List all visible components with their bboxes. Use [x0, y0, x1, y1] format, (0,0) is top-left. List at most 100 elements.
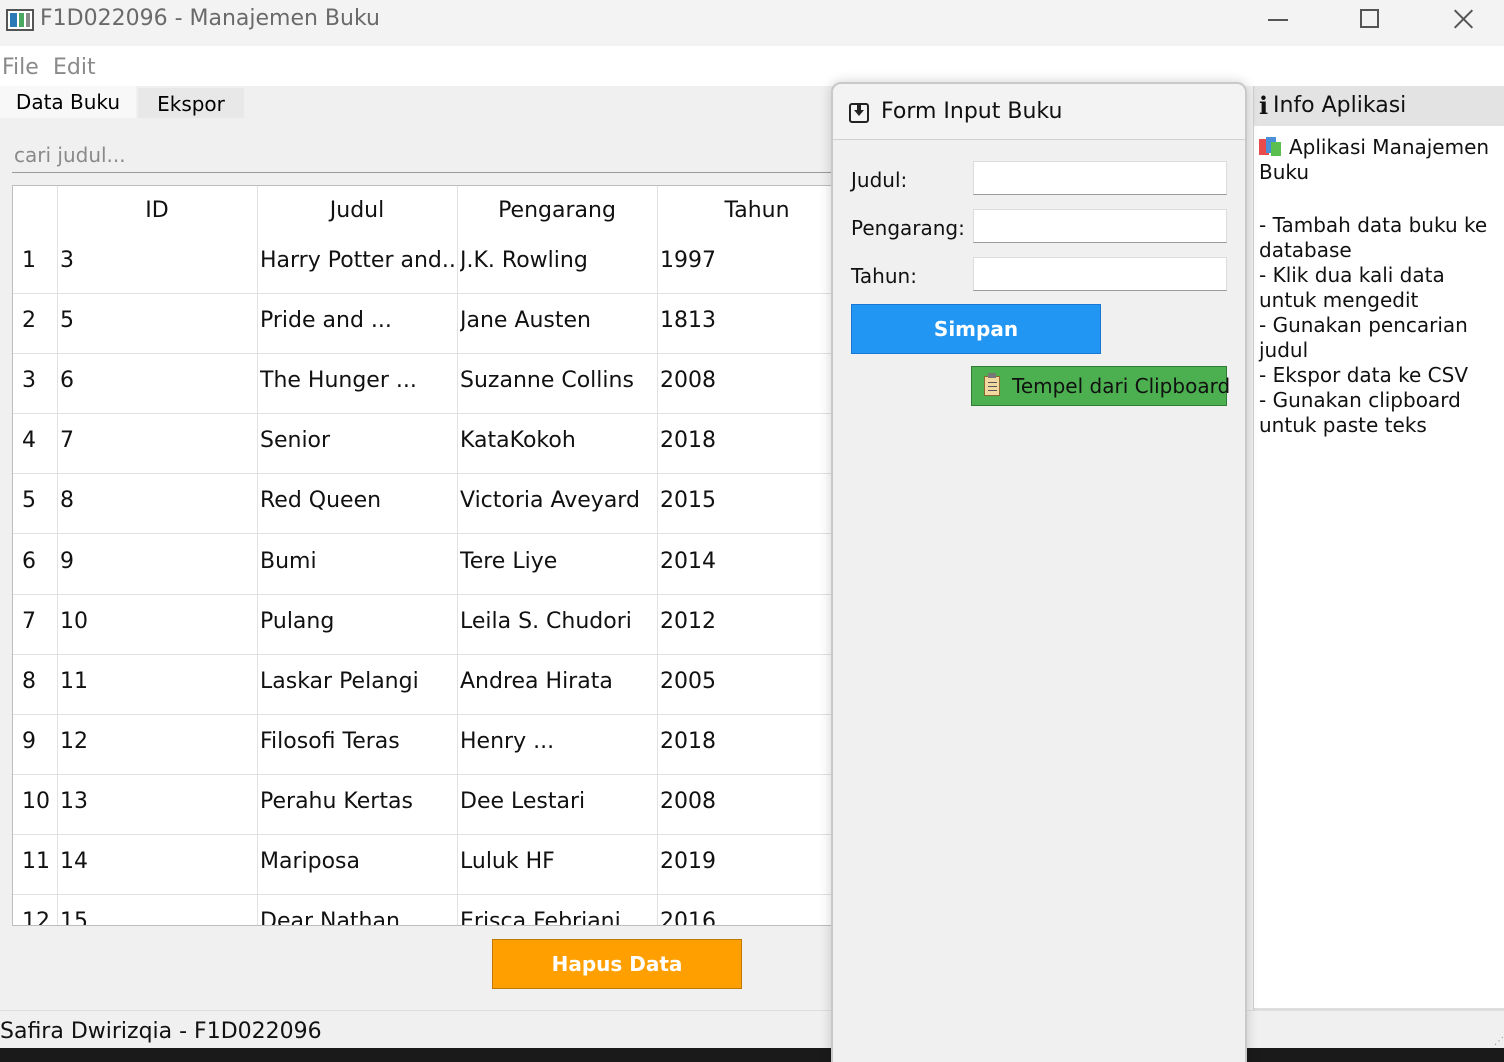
cell-pengarang[interactable]: Erisca Febriani [460, 909, 656, 925]
cell-judul[interactable]: Harry Potter and... [260, 248, 456, 273]
header-judul[interactable]: Judul [257, 198, 457, 223]
cell-id[interactable]: 5 [60, 308, 250, 333]
table-row[interactable]: 7 10 Pulang Leila S. Chudori 2012 [13, 595, 831, 655]
cell-tahun[interactable]: 2019 [660, 849, 830, 874]
resize-grip-icon[interactable]: ⋰ [1494, 1036, 1504, 1047]
row-number: 1 [22, 248, 36, 273]
cell-id[interactable]: 11 [60, 669, 250, 694]
cell-id[interactable]: 13 [60, 789, 250, 814]
cell-tahun[interactable]: 2014 [660, 549, 830, 574]
table-row[interactable]: 11 14 Mariposa Luluk HF 2019 [13, 835, 831, 895]
cell-id[interactable]: 7 [60, 428, 250, 453]
maximize-icon [1360, 9, 1379, 28]
minimize-button[interactable] [1234, 0, 1322, 40]
search-input[interactable] [12, 138, 832, 173]
info-panel-title: Info Aplikasi [1273, 93, 1407, 118]
cell-pengarang[interactable]: Jane Austen [460, 308, 656, 333]
row-number: 6 [22, 549, 36, 574]
table-row[interactable]: 2 5 Pride and ... Jane Austen 1813 [13, 294, 831, 354]
table-row[interactable]: 3 6 The Hunger ... Suzanne Collins 2008 [13, 354, 831, 414]
title-bar: F1D022096 - Manajemen Buku [0, 0, 1504, 46]
tahun-field[interactable] [973, 257, 1227, 291]
cell-pengarang[interactable]: Leila S. Chudori [460, 609, 656, 634]
cell-id[interactable]: 14 [60, 849, 250, 874]
table-row[interactable]: 6 9 Bumi Tere Liye 2014 [13, 535, 831, 595]
cell-judul[interactable]: Pride and ... [260, 308, 456, 333]
cell-judul[interactable]: Perahu Kertas [260, 789, 456, 814]
cell-judul[interactable]: Pulang [260, 609, 456, 634]
cell-id[interactable]: 6 [60, 368, 250, 393]
info-line: - Gunakan pencarian judul [1259, 313, 1468, 362]
header-id[interactable]: ID [57, 198, 257, 223]
cell-tahun[interactable]: 2015 [660, 488, 830, 513]
cell-pengarang[interactable]: Luluk HF [460, 849, 656, 874]
info-panel: i Info Aplikasi Aplikasi Manajemen Buku … [1253, 86, 1504, 1010]
cell-tahun[interactable]: 2012 [660, 609, 830, 634]
table-row[interactable]: 1 3 Harry Potter and... J.K. Rowling 199… [13, 234, 831, 294]
table-row[interactable]: 9 12 Filosofi Teras Henry ... 2018 [13, 715, 831, 775]
cell-id[interactable]: 8 [60, 488, 250, 513]
tab-ekspor[interactable]: Ekspor [138, 88, 244, 118]
cell-id[interactable]: 15 [60, 909, 250, 925]
cell-judul[interactable]: The Hunger ... [260, 368, 456, 393]
row-number: 7 [22, 609, 36, 634]
cell-pengarang[interactable]: J.K. Rowling [460, 248, 656, 273]
table-row[interactable]: 12 15 Dear Nathan Erisca Febriani 2016 [13, 895, 831, 925]
cell-judul[interactable]: Dear Nathan [260, 909, 456, 925]
info-text: Aplikasi Manajemen Buku - Tambah data bu… [1259, 135, 1503, 438]
cell-pengarang[interactable]: Suzanne Collins [460, 368, 656, 393]
table-row[interactable]: 4 7 Senior KataKokoh 2018 [13, 414, 831, 474]
tahun-label: Tahun: [851, 264, 917, 288]
cell-id[interactable]: 10 [60, 609, 250, 634]
download-box-icon [849, 103, 869, 123]
cell-judul[interactable]: Filosofi Teras [260, 729, 456, 754]
cell-tahun[interactable]: 2008 [660, 368, 830, 393]
tab-data-buku[interactable]: Data Buku [0, 86, 136, 118]
menu-edit[interactable]: Edit [53, 55, 96, 80]
simpan-button[interactable]: Simpan [851, 304, 1101, 354]
books-table[interactable]: ID Judul Pengarang Tahun 1 3 Harry Potte… [12, 185, 832, 926]
cell-pengarang[interactable]: Henry ... [460, 729, 656, 754]
cell-tahun[interactable]: 2016 [660, 909, 830, 925]
judul-label: Judul: [851, 168, 908, 192]
cell-judul[interactable]: Bumi [260, 549, 456, 574]
cell-pengarang[interactable]: Dee Lestari [460, 789, 656, 814]
table-row[interactable]: 5 8 Red Queen Victoria Aveyard 2015 [13, 474, 831, 534]
cell-pengarang[interactable]: KataKokoh [460, 428, 656, 453]
table-row[interactable]: 8 11 Laskar Pelangi Andrea Hirata 2005 [13, 655, 831, 715]
app-window-icon [6, 9, 34, 31]
table-row[interactable]: 10 13 Perahu Kertas Dee Lestari 2008 [13, 775, 831, 835]
judul-field[interactable] [973, 161, 1227, 195]
header-tahun[interactable]: Tahun [657, 198, 831, 223]
pengarang-label: Pengarang: [851, 216, 965, 240]
pengarang-field[interactable] [973, 209, 1227, 243]
form-input-panel: Form Input Buku Judul: Pengarang: Tahun:… [831, 82, 1247, 1062]
header-pengarang[interactable]: Pengarang [457, 198, 657, 223]
cell-id[interactable]: 12 [60, 729, 250, 754]
row-number: 5 [22, 488, 36, 513]
cell-tahun[interactable]: 1813 [660, 308, 830, 333]
cell-id[interactable]: 9 [60, 549, 250, 574]
cell-tahun[interactable]: 1997 [660, 248, 830, 273]
cell-judul[interactable]: Mariposa [260, 849, 456, 874]
cell-pengarang[interactable]: Andrea Hirata [460, 669, 656, 694]
cell-tahun[interactable]: 2005 [660, 669, 830, 694]
hapus-data-button[interactable]: Hapus Data [492, 939, 742, 989]
cell-judul[interactable]: Senior [260, 428, 456, 453]
maximize-button[interactable] [1326, 0, 1414, 40]
cell-tahun[interactable]: 2018 [660, 428, 830, 453]
close-button[interactable] [1418, 0, 1504, 40]
menu-bar: File Edit [0, 46, 1504, 86]
cell-pengarang[interactable]: Victoria Aveyard [460, 488, 656, 513]
cell-tahun[interactable]: 2018 [660, 729, 830, 754]
info-line: - Ekspor data ke CSV [1259, 363, 1469, 387]
cell-pengarang[interactable]: Tere Liye [460, 549, 656, 574]
paste-clipboard-label: Tempel dari Clipboard [1012, 374, 1231, 398]
paste-clipboard-button[interactable]: Tempel dari Clipboard [971, 366, 1231, 406]
menu-file[interactable]: File [2, 55, 39, 80]
window-title: F1D022096 - Manajemen Buku [40, 6, 380, 31]
cell-judul[interactable]: Laskar Pelangi [260, 669, 456, 694]
cell-id[interactable]: 3 [60, 248, 250, 273]
cell-judul[interactable]: Red Queen [260, 488, 456, 513]
cell-tahun[interactable]: 2008 [660, 789, 830, 814]
